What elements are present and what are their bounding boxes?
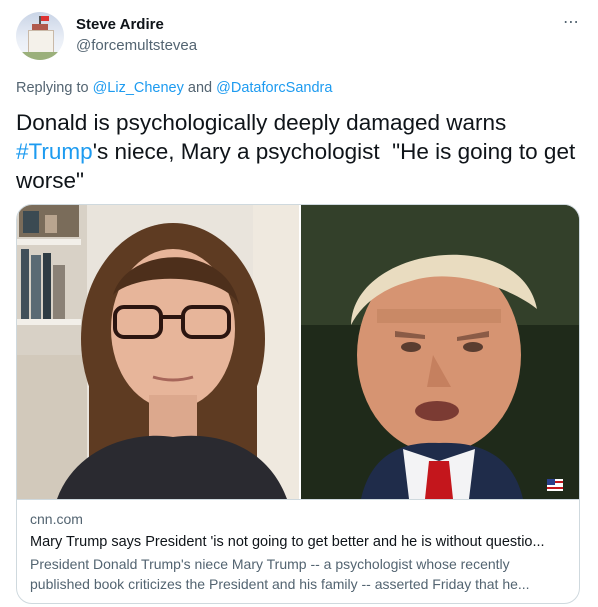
tweet-text: Donald is psychologically deeply damaged… (16, 108, 576, 195)
link-card[interactable]: cnn.com Mary Trump says President 'is no… (16, 204, 580, 604)
card-image[interactable] (17, 205, 579, 499)
hashtag-trump[interactable]: #Trump (16, 139, 93, 164)
card-title: Mary Trump says President 'is not going … (30, 534, 545, 550)
card-domain: cnn.com (30, 511, 83, 527)
mention-dataforcsandra[interactable]: @DataforcSandra (216, 80, 332, 96)
card-image-right (301, 205, 579, 499)
card-meta[interactable]: cnn.com Mary Trump says President 'is no… (17, 499, 579, 603)
avatar-building (28, 30, 54, 54)
replying-to-prefix: Replying to (16, 80, 93, 96)
avatar[interactable] (16, 12, 64, 60)
tweet-text-part2: 's niece, Mary a psychologist "He is goi… (16, 139, 582, 193)
avatar-ground (16, 52, 64, 60)
more-options-icon[interactable]: ⋯ (563, 12, 580, 32)
replying-to-conj: and (183, 80, 217, 96)
replying-to: Replying to @Liz_Cheney and @DataforcSan… (16, 78, 332, 98)
mention-liz-cheney[interactable]: @Liz_Cheney (93, 80, 184, 96)
author-handle[interactable]: @forcemultstevea (76, 36, 197, 56)
card-image-left (17, 205, 299, 499)
avatar-flag (41, 16, 49, 21)
card-description: President Donald Trump's niece Mary Trum… (30, 556, 530, 592)
woman-portrait-image (17, 205, 299, 499)
tweet-text-part1: Donald is psychologically deeply damaged… (16, 110, 513, 135)
man-portrait-image (301, 205, 579, 499)
author-name[interactable]: Steve Ardire (76, 15, 164, 35)
